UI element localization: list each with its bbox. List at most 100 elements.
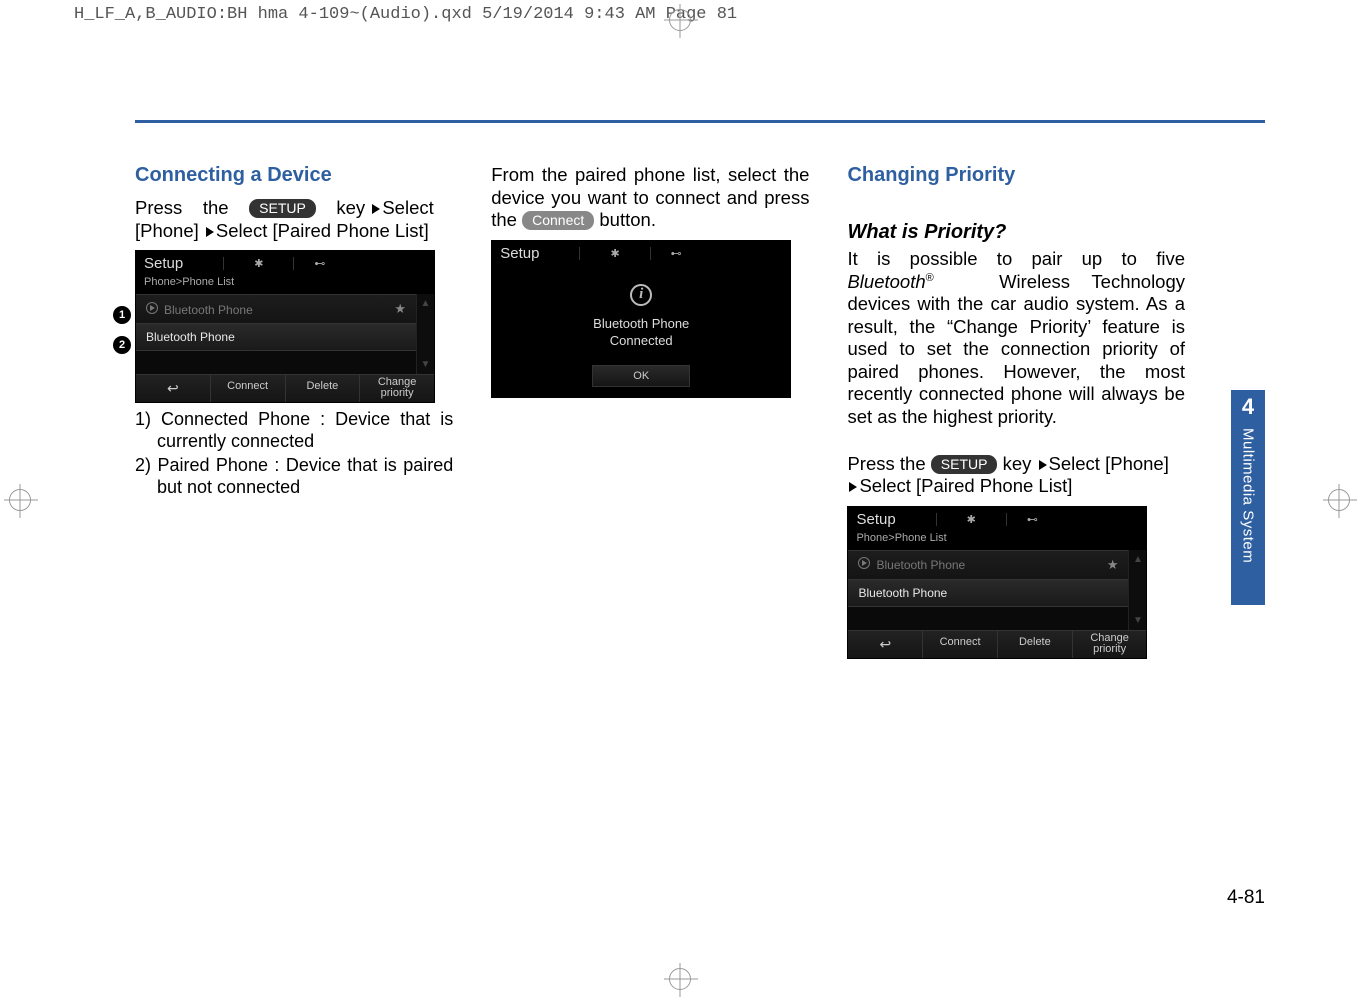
phone-row-paired[interactable]: Bluetooth Phone (136, 323, 416, 350)
modal-text: Bluetooth Phone Connected (593, 316, 689, 350)
change-label-2: priority (1093, 643, 1126, 655)
press-the: Press the (847, 453, 930, 474)
callout-2: 2 (113, 336, 131, 354)
heading-changing-priority: Changing Priority (847, 164, 1185, 187)
instruction-connect: From the paired phone list, select the d… (491, 164, 809, 232)
chapter-title: Multimedia System (1240, 428, 1257, 563)
phone-row-empty (136, 350, 416, 374)
scroll-down-icon[interactable]: ▼ (417, 355, 434, 374)
word-key: key (336, 197, 365, 218)
column-2: From the paired phone list, select the d… (491, 164, 809, 665)
subheading-what-is-priority: What is Priority? (847, 221, 1185, 244)
page-number: 4-81 (1227, 887, 1265, 909)
screenshot-title-bar: Setup ✱ ⊷ (136, 251, 434, 276)
word-the: the (203, 197, 229, 218)
instruction-1: Press the SETUP key Select [Phone] Selec… (135, 197, 453, 242)
heading-connecting: Connecting a Device (135, 164, 453, 187)
print-slug: H_LF_A,B_AUDIO:BH hma 4-109~(Audio).qxd … (74, 5, 737, 24)
crop-mark-left (0, 480, 40, 520)
play-icon (146, 302, 158, 314)
phone-row-paired[interactable]: Bluetooth Phone (848, 579, 1128, 606)
change-priority-button[interactable]: Change priority (360, 375, 434, 402)
list-item-2: 2) Paired Phone : Device that is paired … (135, 455, 453, 499)
phone-row-2-label: Bluetooth Phone (146, 330, 235, 344)
triangle-icon (849, 482, 857, 492)
bluetooth-word: Bluetooth (847, 271, 925, 292)
triangle-icon (372, 204, 380, 214)
setup-key-badge: SETUP (249, 199, 316, 218)
back-icon (879, 640, 891, 652)
screenshot-wrap-1: 1 2 Setup ✱ ⊷ Phone>Phone List Bluetooth… (135, 250, 453, 403)
column-3: Changing Priority What is Priority? It i… (847, 164, 1185, 665)
paired-bracket: Select [Paired Phone List] (216, 220, 429, 241)
word-press: Press (135, 197, 182, 218)
screenshot-body: Bluetooth Phone ★ Bluetooth Phone ▲ ▼ (136, 294, 434, 374)
screenshot-title: Setup (144, 255, 183, 272)
back-button[interactable] (136, 375, 211, 402)
crop-mark-top (660, 0, 700, 40)
change-label-2: priority (381, 387, 414, 399)
bluetooth-icon: ✱ (223, 257, 263, 270)
column-1: Connecting a Device Press the SETUP key … (135, 164, 453, 665)
connect-button[interactable]: Connect (211, 375, 286, 402)
select-phone: Select [Phone] (1049, 453, 1169, 474)
usb-icon: ⊷ (1006, 513, 1038, 526)
screenshot-button-row: Connect Delete Change priority (848, 630, 1146, 658)
scroll-bar[interactable]: ▲ ▼ (416, 294, 434, 374)
connect-badge: Connect (522, 211, 594, 230)
star-icon: ★ (1107, 557, 1119, 573)
phone-bracket: [Phone] (135, 220, 199, 241)
screenshot-breadcrumb: Phone>Phone List (136, 276, 434, 294)
screenshot-title-bar: Setup ✱ ⊷ (848, 507, 1146, 532)
content: Connecting a Device Press the SETUP key … (135, 164, 1185, 665)
screenshot-title: Setup (500, 245, 539, 262)
phone-row-1-label: Bluetooth Phone (876, 558, 965, 572)
modal-body: i Bluetooth Phone Connected OK (492, 266, 790, 398)
crop-mark-right (1319, 480, 1359, 520)
scroll-down-icon[interactable]: ▼ (1129, 611, 1146, 630)
phone-row-empty (848, 606, 1128, 630)
registered-mark: ® (926, 271, 934, 283)
connect-button[interactable]: Connect (923, 631, 998, 658)
usb-icon: ⊷ (293, 257, 325, 270)
crop-mark-bottom (660, 959, 700, 999)
phone-row-1-label: Bluetooth Phone (164, 303, 253, 317)
list-item-1: 1) Connected Phone : Device that is cur­… (135, 409, 453, 453)
back-icon (167, 384, 179, 396)
priority-paragraph: It is possible to pair up to five Blueto… (847, 248, 1185, 429)
screenshot-breadcrumb: Phone>Phone List (848, 532, 1146, 550)
back-button[interactable] (848, 631, 923, 658)
intro-text-2: button. (599, 209, 656, 230)
callout-1: 1 (113, 306, 131, 324)
page: H_LF_A,B_AUDIO:BH hma 4-109~(Audio).qxd … (0, 0, 1359, 999)
instruction-3: Press the SETUP key Select [Phone] Selec… (847, 453, 1185, 498)
delete-button[interactable]: Delete (286, 375, 361, 402)
bluetooth-icon: ✱ (579, 247, 619, 260)
modal-line-1: Bluetooth Phone (593, 316, 689, 331)
play-icon (858, 557, 870, 569)
word-select: Select (382, 197, 433, 218)
usb-icon: ⊷ (650, 247, 682, 260)
scroll-bar[interactable]: ▲ ▼ (1128, 550, 1146, 630)
change-priority-button[interactable]: Change priority (1073, 631, 1147, 658)
ok-button[interactable]: OK (592, 365, 690, 387)
key-word: key (1003, 453, 1032, 474)
screenshot-body: Bluetooth Phone ★ Bluetooth Phone ▲ ▼ (848, 550, 1146, 630)
screenshot-button-row: Connect Delete Change priority (136, 374, 434, 402)
phone-row-connected[interactable]: Bluetooth Phone ★ (848, 550, 1128, 579)
triangle-icon (1039, 460, 1047, 470)
screenshot-paired-list-1: Setup ✱ ⊷ Phone>Phone List Bluetooth Pho… (135, 250, 435, 403)
delete-button[interactable]: Delete (998, 631, 1073, 658)
modal-line-2: Connected (610, 333, 673, 348)
screenshot-title: Setup (856, 511, 895, 528)
star-icon: ★ (394, 301, 406, 317)
scroll-up-icon[interactable]: ▲ (1129, 550, 1146, 569)
setup-key-badge: SETUP (931, 455, 998, 474)
phone-row-connected[interactable]: Bluetooth Phone ★ (136, 294, 416, 323)
para-part-b: Wireless Technology devices with the car… (847, 271, 1185, 427)
bluetooth-icon: ✱ (936, 513, 976, 526)
select-paired: Select [Paired Phone List] (859, 475, 1072, 496)
para-part-a: It is possible to pair up to five (847, 248, 1185, 269)
scroll-up-icon[interactable]: ▲ (417, 294, 434, 313)
side-tab: 4 Multimedia System (1231, 390, 1265, 605)
